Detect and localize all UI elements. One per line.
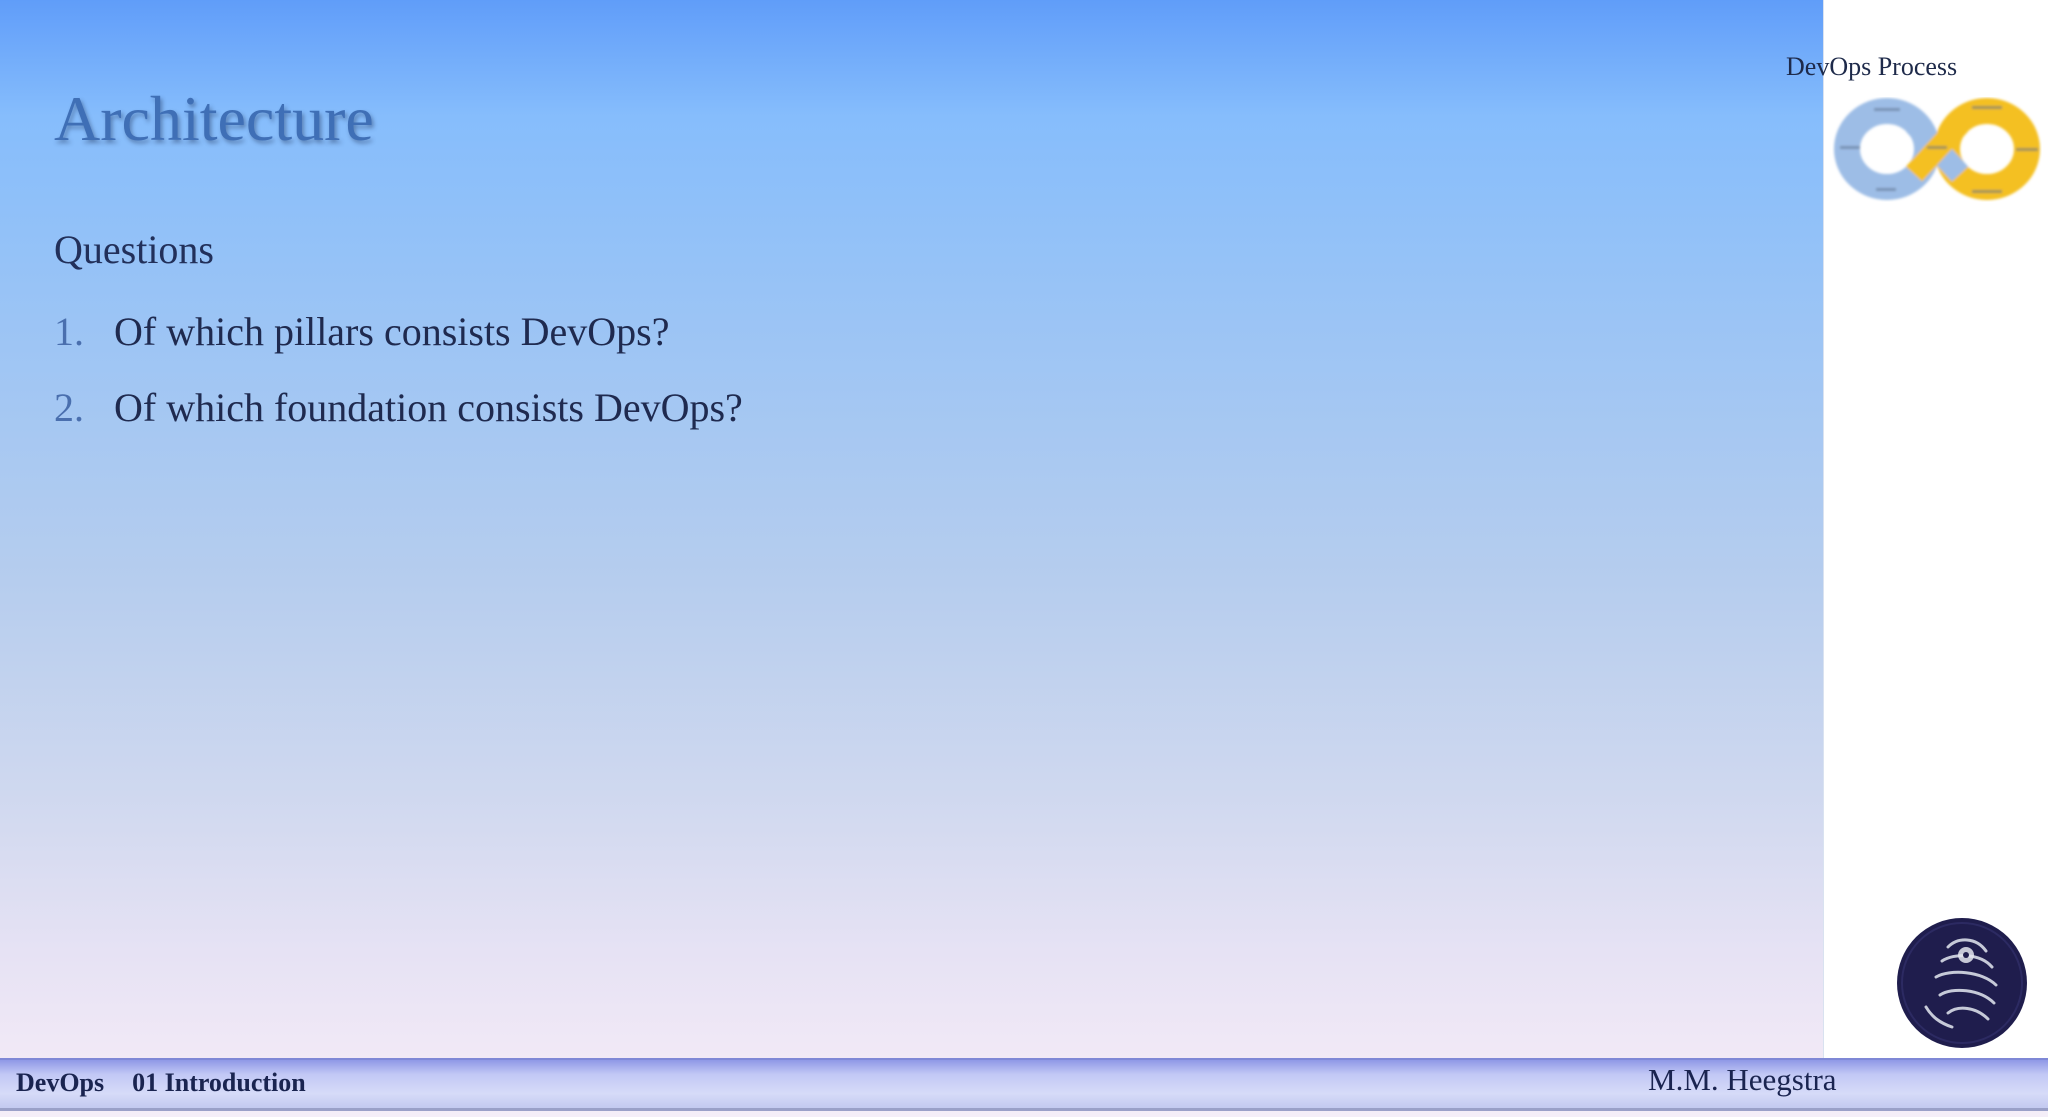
slide-title: Architecture (54, 83, 374, 154)
slide-subtitle: Questions (54, 227, 214, 272)
list-text: Of which pillars consists DevOps? (114, 309, 670, 354)
list-text: Of which foundation consists DevOps? (114, 385, 743, 430)
footer-course: DevOps (16, 1068, 105, 1097)
process-label: DevOps Process (1786, 52, 1958, 81)
questions-list: 1. Of which pillars consists DevOps? 2. … (54, 308, 743, 460)
list-number: 2. (54, 385, 84, 430)
footer-left: DevOps 01 Introduction (16, 1068, 306, 1098)
footer-bar: DevOps 01 Introduction M.M. Heegstra (0, 1058, 2048, 1111)
list-item: 1. Of which pillars consists DevOps? (54, 308, 743, 384)
devops-infinity-loop-icon (1834, 98, 2040, 200)
footer-chapter: 01 Introduction (132, 1068, 306, 1097)
slide-content-area: Architecture Questions 1. Of which pilla… (0, 0, 1823, 1058)
slide: Architecture Questions 1. Of which pilla… (0, 0, 2048, 1117)
list-item: 2. Of which foundation consists DevOps? (54, 384, 743, 460)
list-number: 1. (54, 309, 84, 354)
seal-logo (1897, 918, 2027, 1048)
footer-author: M.M. Heegstra (1648, 1062, 1837, 1097)
